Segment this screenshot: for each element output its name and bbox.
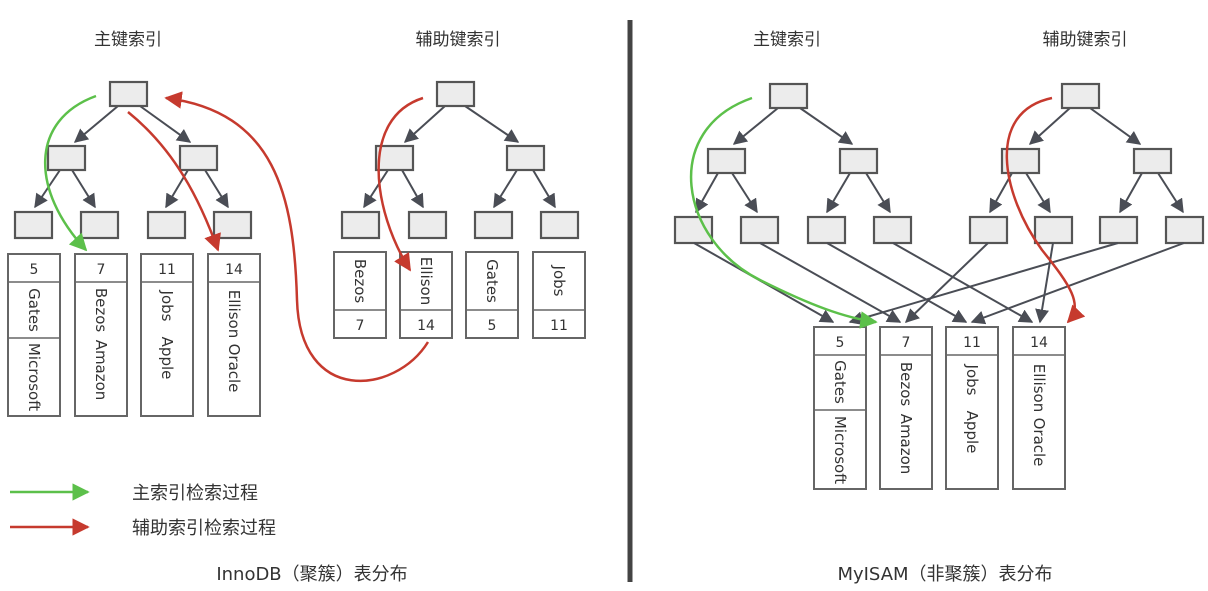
record-name: Ellison: [417, 257, 435, 305]
record-id: 14: [225, 262, 243, 278]
record-card: Gates 5: [465, 251, 519, 339]
record-id: 11: [158, 262, 176, 278]
record-company: Apple: [963, 411, 981, 454]
innodb-primary-tree: [13, 80, 253, 240]
record-card: 5 Gates Microsoft: [7, 253, 61, 417]
record-card: Jobs 11: [532, 251, 586, 339]
record-company: Apple: [158, 337, 176, 380]
innodb-secondary-tree: [340, 80, 580, 240]
record-id: 7: [902, 335, 911, 351]
myisam-primary-index-label: 主键索引: [753, 30, 821, 50]
record-card: 7 Bezos Amazon: [879, 326, 933, 490]
tree-node: [108, 80, 149, 108]
tree-node: [146, 210, 187, 240]
legend: 主索引检索过程 辅助索引检索过程: [10, 483, 276, 539]
record-name: Jobs: [158, 290, 176, 322]
tree-node: [212, 210, 253, 240]
index-structure-diagram: 主键索引 辅助键索引 主键索引 辅助键索引 5 Gates Microsoft: [7, 20, 1205, 585]
tree-node: [539, 210, 580, 240]
record-name: Bezos: [92, 288, 110, 333]
innodb-primary-records: 5 Gates Microsoft 7 Bezos Amazon 11 Jobs…: [7, 253, 261, 417]
record-card: 7 Bezos Amazon: [74, 253, 128, 417]
record-id: 5: [488, 318, 497, 334]
tree-node: [768, 82, 809, 110]
myisam-secondary-index-label: 辅助键索引: [1043, 30, 1128, 50]
record-company: Amazon: [897, 414, 915, 475]
record-card: 14 Ellison Oracle: [1012, 326, 1066, 490]
record-id: 7: [97, 262, 106, 278]
tree-node: [1132, 147, 1173, 175]
tree-node: [407, 210, 448, 240]
record-name: Gates: [25, 288, 43, 332]
innodb-secondary-records: Bezos 7 Ellison 14 Gates 5 Jobs 11: [333, 251, 586, 339]
record-id: 7: [356, 318, 365, 334]
record-company: Amazon: [92, 340, 110, 401]
tree-node: [806, 215, 847, 245]
tree-node: [340, 210, 381, 240]
record-id: 5: [836, 335, 845, 351]
record-id: 14: [1030, 335, 1048, 351]
record-card: 11 Jobs Apple: [140, 253, 194, 417]
tree-node: [968, 215, 1009, 245]
record-card: 14 Ellison Oracle: [207, 253, 261, 417]
tree-node: [872, 215, 913, 245]
record-card: 5 Gates Microsoft: [813, 326, 867, 490]
tree-node: [1033, 215, 1074, 245]
tree-node: [838, 147, 879, 175]
tree-node: [739, 215, 780, 245]
red-search-path: [377, 96, 424, 272]
innodb-caption: InnoDB（聚簇）表分布: [216, 564, 407, 585]
tree-node: [505, 144, 546, 172]
tree-node: [79, 210, 120, 240]
tree-node: [1098, 215, 1139, 245]
tree-node: [1164, 215, 1205, 245]
record-card: Bezos 7: [333, 251, 387, 339]
myisam-records: 5 Gates Microsoft 7 Bezos Amazon 11 Jobs…: [813, 326, 1066, 490]
tree-node: [178, 144, 219, 172]
record-name: Jobs: [550, 265, 568, 297]
record-card: 11 Jobs Apple: [945, 326, 999, 490]
tree-node: [13, 210, 54, 240]
innodb-secondary-index-label: 辅助键索引: [416, 30, 501, 50]
tree-node: [46, 144, 87, 172]
tree-node: [435, 80, 476, 108]
record-company: Microsoft: [831, 416, 849, 484]
record-name: Gates: [831, 360, 849, 404]
record-id: 11: [963, 335, 981, 351]
myisam-caption: MyISAM（非聚簇）表分布: [837, 564, 1052, 585]
record-id: 5: [30, 262, 39, 278]
red-return-path: [164, 91, 430, 383]
green-search-path: [689, 96, 878, 329]
tree-node: [706, 147, 747, 175]
record-id: 11: [550, 318, 568, 334]
tree-node: [1060, 82, 1101, 110]
legend-primary-label: 主索引检索过程: [132, 483, 258, 504]
record-id: 14: [417, 318, 435, 334]
record-name: Gates: [483, 259, 501, 303]
legend-secondary-label: 辅助索引检索过程: [132, 518, 276, 539]
record-company: Oracle: [225, 344, 243, 393]
record-company: Microsoft: [25, 343, 43, 411]
record-name: Ellison: [1030, 364, 1048, 412]
innodb-primary-index-label: 主键索引: [94, 30, 162, 50]
record-name: Jobs: [963, 364, 981, 396]
record-name: Ellison: [225, 290, 243, 338]
record-name: Bezos: [351, 259, 369, 304]
tree-node: [473, 210, 514, 240]
record-company: Oracle: [1030, 418, 1048, 467]
record-name: Bezos: [897, 362, 915, 407]
myisam-primary-tree: [673, 82, 913, 245]
myisam-secondary-tree: [968, 82, 1205, 245]
